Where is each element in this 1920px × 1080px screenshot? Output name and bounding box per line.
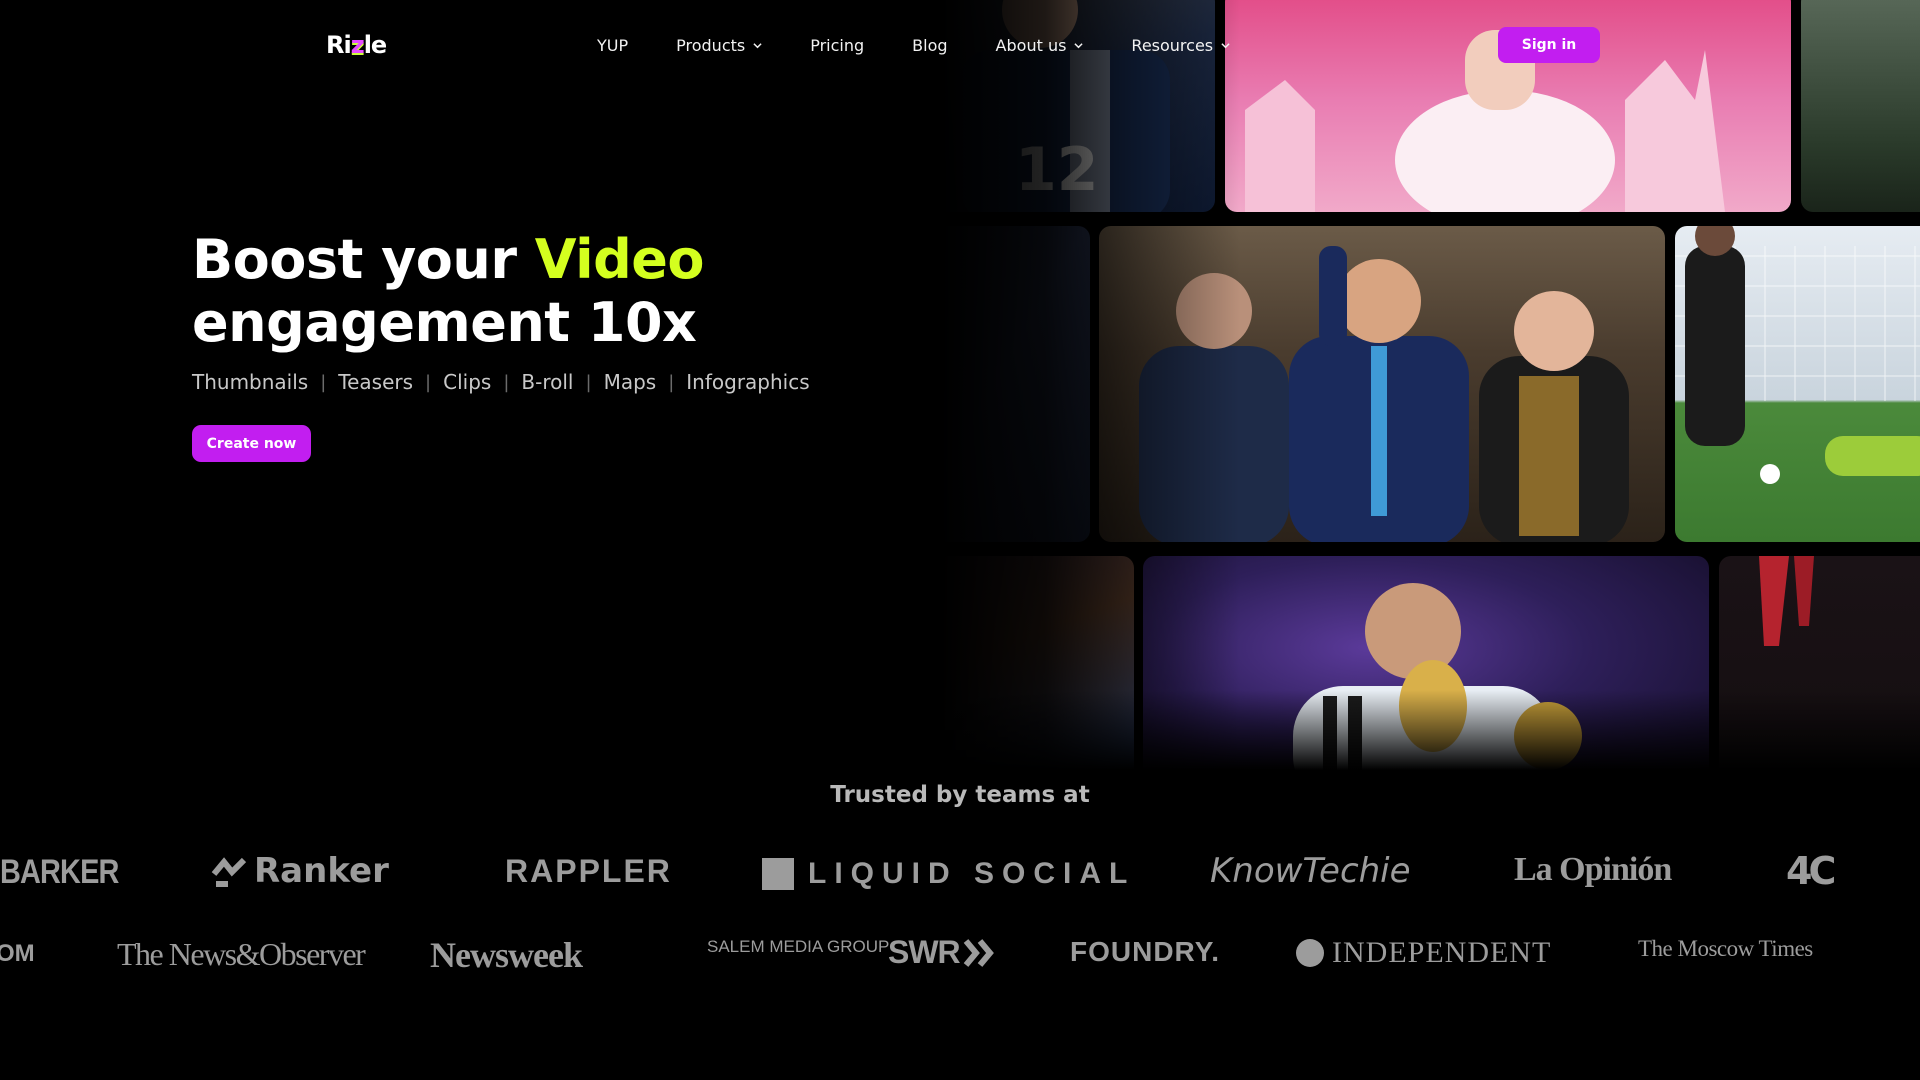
nav-item-products[interactable]: Products [676,36,762,55]
main-nav: YUP Products Pricing Blog About us Resou… [597,32,1278,58]
brand-logo-liquid-social: LIQUID SOCIAL [762,857,1135,891]
hero-title-part1: Boost your [192,228,535,291]
brand-logo-newsweek: Newsweek [430,935,583,975]
chevron-down-icon [1074,42,1084,48]
tag-separator: | [668,371,675,393]
tag-teasers: Teasers [338,370,414,394]
logo-row-2: OM The News&Observer Newsweek SALEM MEDI… [0,926,1920,986]
nav-item-about-us[interactable]: About us [996,36,1084,55]
media-tile-crowd [940,556,1134,770]
tag-separator: | [503,371,510,393]
page: 12 Rizle YUP Products Pricing Blog About… [0,0,1920,1080]
brand-logo-news-observer: The News&Observer [117,936,366,972]
media-tile-blurred-left [940,226,1090,542]
sign-in-button[interactable]: Sign in [1498,27,1600,63]
tag-thumbnails: Thumbnails [192,370,309,394]
hero-title: Boost your Video engagement 10x [192,228,952,354]
feature-tags: Thumbnails | Teasers | Clips | B-roll | … [192,370,952,394]
brand-logo-independent: INDEPENDENT [1296,936,1551,970]
trusted-heading: Trusted by teams at [830,782,1090,808]
media-tile-soccer-goal [1675,226,1920,542]
brand-logo-knowtechie: KnowTechie [1210,851,1411,891]
nav-label: YUP [597,35,629,55]
independent-eagle-icon [1296,939,1324,967]
hero-media-grid: 12 [940,0,1920,770]
brand-logo-moscow-times: The Moscow Times [1638,936,1813,961]
soccer-goal-image [1675,226,1920,484]
nav-item-pricing[interactable]: Pricing [810,36,864,55]
nav-label: Pricing [810,35,865,55]
brand-logo-la-opinion: La Opinión [1514,851,1672,888]
brand-logo-ranker: Ranker [210,851,389,891]
swr-arrows-icon [963,938,994,967]
hero-title-part2: engagement 10x [192,291,697,354]
ranker-mark-icon [211,857,247,887]
nav-label: Resources [1131,35,1214,55]
logo-row-1: BARKER Ranker RAPPLER LIQUID SOCIAL Know… [0,845,1920,905]
nav-label: Products [676,35,746,55]
media-tile-red-abstract [1719,556,1920,770]
logo-wordmark: Rizle [326,31,387,59]
brand-logo-swr: SWR [888,934,998,971]
hero-section: Boost your Video engagement 10x Thumbnai… [192,228,952,462]
create-now-button[interactable]: Create now [192,425,311,462]
politician-image [1139,246,1629,542]
brand-logo-rappler: RAPPLER [505,853,672,889]
nav-item-resources[interactable]: Resources [1131,36,1230,55]
tag-separator: | [320,371,327,393]
tag-infographics: Infographics [686,370,810,394]
chevron-down-icon [1221,42,1230,48]
brand-logo-partial-om: OM [0,940,35,967]
liquid-social-mark-icon [762,858,794,890]
media-tile-soccer-trophy [1143,556,1709,770]
tag-separator: | [585,371,592,393]
red-figure-image [1759,556,1814,646]
top-navigation: Rizle YUP Products Pricing Blog About us… [0,0,1920,90]
svg-text:12: 12 [1015,135,1099,205]
tag-maps: Maps [603,370,657,394]
nav-label: Blog [912,35,948,55]
brand-logo-foundry: FOUNDRY. [1070,936,1221,967]
nav-label: About us [995,35,1067,55]
chevron-down-icon [753,42,762,48]
media-tile-politician [1099,226,1665,542]
brand-logo-barker: BARKER [0,853,119,891]
trophy-kiss-image [1293,583,1582,770]
brand-logo-salem: SALEM MEDIA GROUP [707,937,890,956]
nav-item-blog[interactable]: Blog [912,36,947,55]
nav-item-yup[interactable]: YUP [597,36,628,55]
tag-separator: | [425,371,432,393]
brand-logo-4c: 4C [1786,849,1836,893]
tag-b-roll: B-roll [521,370,574,394]
tag-clips: Clips [443,370,492,394]
hero-title-accent: Video [534,228,705,291]
rizzle-logo[interactable]: Rizle [326,24,396,66]
